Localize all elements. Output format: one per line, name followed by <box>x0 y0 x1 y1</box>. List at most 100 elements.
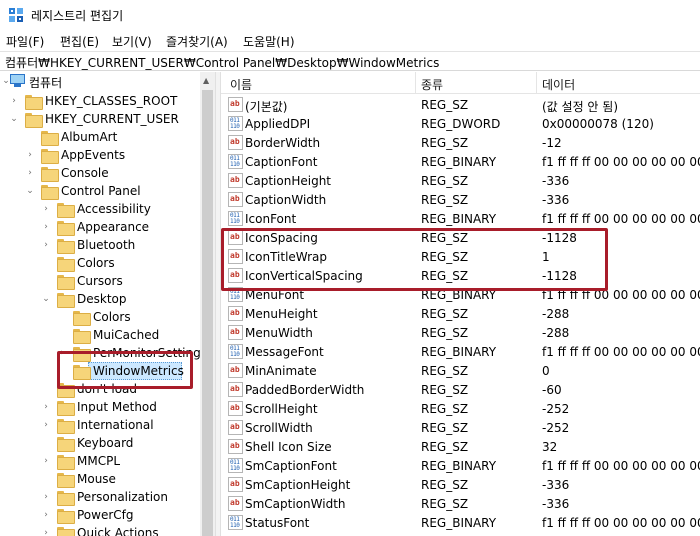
tree-item-appevents[interactable]: › AppEvents <box>0 146 200 164</box>
table-row[interactable]: 011 110 AppliedDPI REG_DWORD 0x00000078 (12… <box>221 114 700 133</box>
table-row[interactable]: 011 110 StatusFont REG_BINARY f1 ff ff ff 0… <box>221 513 700 532</box>
table-row[interactable]: ab PaddedBorderWidth REG_SZ -60 <box>221 380 700 399</box>
column-divider[interactable] <box>536 72 537 94</box>
chevron-right-icon[interactable]: › <box>41 492 51 502</box>
chevron-down-icon[interactable]: ⌄ <box>41 294 51 304</box>
folder-icon <box>57 419 75 434</box>
chevron-right-icon[interactable]: › <box>57 348 67 358</box>
chevron-down-icon[interactable]: ⌄ <box>9 114 19 124</box>
menu-help[interactable]: 도움말(H) <box>243 33 295 50</box>
table-row[interactable]: 011 110 CaptionFont REG_BINARY f1 ff ff ff … <box>221 152 700 171</box>
values-list: 이름 종류 데이터 ab (기본값) REG_SZ (값 설정 안 됨) 011 110… <box>221 72 700 536</box>
value-data: -12 <box>542 136 562 150</box>
value-type: REG_BINARY <box>421 288 497 302</box>
column-divider[interactable] <box>415 72 416 94</box>
tree-item-control-panel[interactable]: ⌄ Control Panel <box>0 182 200 200</box>
table-row[interactable]: ab CaptionHeight REG_SZ -336 <box>221 171 700 190</box>
chevron-down-icon[interactable]: ⌄ <box>25 186 35 196</box>
value-data: -336 <box>542 174 570 188</box>
value-data: (값 설정 안 됨) <box>542 100 619 114</box>
table-row[interactable]: ab SmCaptionWidth REG_SZ -336 <box>221 494 700 513</box>
tree-item-quick-actions[interactable]: › Quick Actions <box>0 524 200 536</box>
table-row[interactable]: ab IconVerticalSpacing REG_SZ -1128 <box>221 266 700 285</box>
tree-item-keyboard[interactable]: Keyboard <box>0 434 200 452</box>
folder-icon <box>41 131 59 146</box>
chevron-right-icon[interactable]: › <box>41 420 51 430</box>
value-data: -336 <box>542 497 570 511</box>
tree-item-label: AlbumArt <box>61 130 118 144</box>
tree-item-computer[interactable]: ⌄ 컴퓨터 <box>0 72 200 90</box>
table-row[interactable]: ab IconTitleWrap REG_SZ 1 <box>221 247 700 266</box>
tree-scrollbar[interactable]: ▲ <box>200 72 215 536</box>
tree-item-albumart[interactable]: AlbumArt <box>0 128 200 146</box>
table-row[interactable]: 011 110 SmCaptionFont REG_BINARY f1 ff ff f… <box>221 456 700 475</box>
table-row[interactable]: ab ScrollHeight REG_SZ -252 <box>221 399 700 418</box>
tree-item-desktop[interactable]: ⌄ Desktop <box>0 290 200 308</box>
tree-item-bluetooth[interactable]: › Bluetooth <box>0 236 200 254</box>
tree-item-hkey-classes-root[interactable]: › HKEY_CLASSES_ROOT <box>0 92 200 110</box>
scroll-up-arrow-icon[interactable]: ▲ <box>203 76 209 85</box>
menu-file[interactable]: 파일(F) <box>6 33 44 50</box>
tree-item-windowmetrics[interactable]: WindowMetrics <box>0 362 200 380</box>
table-row[interactable]: ab Shell Icon Size REG_SZ 32 <box>221 437 700 456</box>
tree-item-label: HKEY_CLASSES_ROOT <box>45 94 178 108</box>
chevron-right-icon[interactable]: › <box>41 240 51 250</box>
table-row[interactable]: ab BorderWidth REG_SZ -12 <box>221 133 700 152</box>
column-header-type[interactable]: 종류 <box>421 76 443 93</box>
tree-item-powercfg[interactable]: › PowerCfg <box>0 506 200 524</box>
table-row[interactable]: ab MenuWidth REG_SZ -288 <box>221 323 700 342</box>
tree-item-accessibility[interactable]: › Accessibility <box>0 200 200 218</box>
table-row[interactable]: ab CaptionWidth REG_SZ -336 <box>221 190 700 209</box>
menu-view[interactable]: 보기(V) <box>112 33 152 50</box>
table-row[interactable]: ab IconSpacing REG_SZ -1128 <box>221 228 700 247</box>
chevron-right-icon[interactable]: › <box>41 528 51 536</box>
table-row[interactable]: 011 110 MenuFont REG_BINARY f1 ff ff ff 00 … <box>221 285 700 304</box>
tree-item-input-method[interactable]: › Input Method <box>0 398 200 416</box>
tree-item-muicached[interactable]: MuiCached <box>0 326 200 344</box>
tree-item-console[interactable]: › Console <box>0 164 200 182</box>
value-name: AppliedDPI <box>245 117 311 131</box>
table-row[interactable]: ab (기본값) REG_SZ (값 설정 안 됨) <box>221 95 700 114</box>
tree-item-desktop-colors[interactable]: Colors <box>0 308 200 326</box>
value-type: REG_SZ <box>421 193 469 207</box>
column-header-name[interactable]: 이름 <box>230 76 252 93</box>
table-row[interactable]: ab MinAnimate REG_SZ 0 <box>221 361 700 380</box>
value-name: StatusFont <box>245 516 310 530</box>
column-header-data[interactable]: 데이터 <box>542 76 575 93</box>
tree-scrollbar-thumb[interactable] <box>202 90 213 536</box>
menu-edit[interactable]: 편집(E) <box>60 33 99 50</box>
chevron-right-icon[interactable]: › <box>41 456 51 466</box>
tree-item-label: HKEY_CURRENT_USER <box>45 112 179 126</box>
table-row[interactable]: ab SmCaptionHeight REG_SZ -336 <box>221 475 700 494</box>
tree-item-colors[interactable]: Colors <box>0 254 200 272</box>
table-row[interactable]: ab ScrollWidth REG_SZ -252 <box>221 418 700 437</box>
chevron-right-icon[interactable]: › <box>25 168 35 178</box>
value-name: MinAnimate <box>245 364 317 378</box>
address-path[interactable]: 컴퓨터₩HKEY_CURRENT_USER₩Control Panel₩Desk… <box>5 54 439 71</box>
chevron-right-icon[interactable]: › <box>41 204 51 214</box>
tree-item-appearance[interactable]: › Appearance <box>0 218 200 236</box>
chevron-right-icon[interactable]: › <box>41 222 51 232</box>
table-row[interactable]: 011 110 MessageFont REG_BINARY f1 ff ff ff … <box>221 342 700 361</box>
tree-item-hkey-current-user[interactable]: ⌄ HKEY_CURRENT_USER <box>0 110 200 128</box>
value-name: SmCaptionFont <box>245 459 337 473</box>
chevron-right-icon[interactable]: › <box>9 96 19 106</box>
tree-item-mouse[interactable]: Mouse <box>0 470 200 488</box>
table-row[interactable]: ab MenuHeight REG_SZ -288 <box>221 304 700 323</box>
table-row[interactable]: 011 110 IconFont REG_BINARY f1 ff ff ff 00 … <box>221 209 700 228</box>
address-bar[interactable]: 컴퓨터₩HKEY_CURRENT_USER₩Control Panel₩Desk… <box>0 51 700 71</box>
menu-favorites[interactable]: 즐겨찾기(A) <box>166 33 228 50</box>
folder-icon <box>57 221 75 236</box>
tree-item-cursors[interactable]: Cursors <box>0 272 200 290</box>
tree-item-permonitorsettings[interactable]: › PerMonitorSettings <box>0 344 207 362</box>
folder-icon <box>57 203 75 218</box>
chevron-right-icon[interactable]: › <box>25 150 35 160</box>
tree-item-personalization[interactable]: › Personalization <box>0 488 200 506</box>
tree-item-international[interactable]: › International <box>0 416 200 434</box>
chevron-right-icon[interactable]: › <box>41 510 51 520</box>
tree-item-dont-load[interactable]: don't load <box>0 380 200 398</box>
tree-item-mmcpl[interactable]: › MMCPL <box>0 452 200 470</box>
chevron-right-icon[interactable]: › <box>41 402 51 412</box>
value-type: REG_SZ <box>421 250 469 264</box>
folder-icon <box>57 455 75 470</box>
